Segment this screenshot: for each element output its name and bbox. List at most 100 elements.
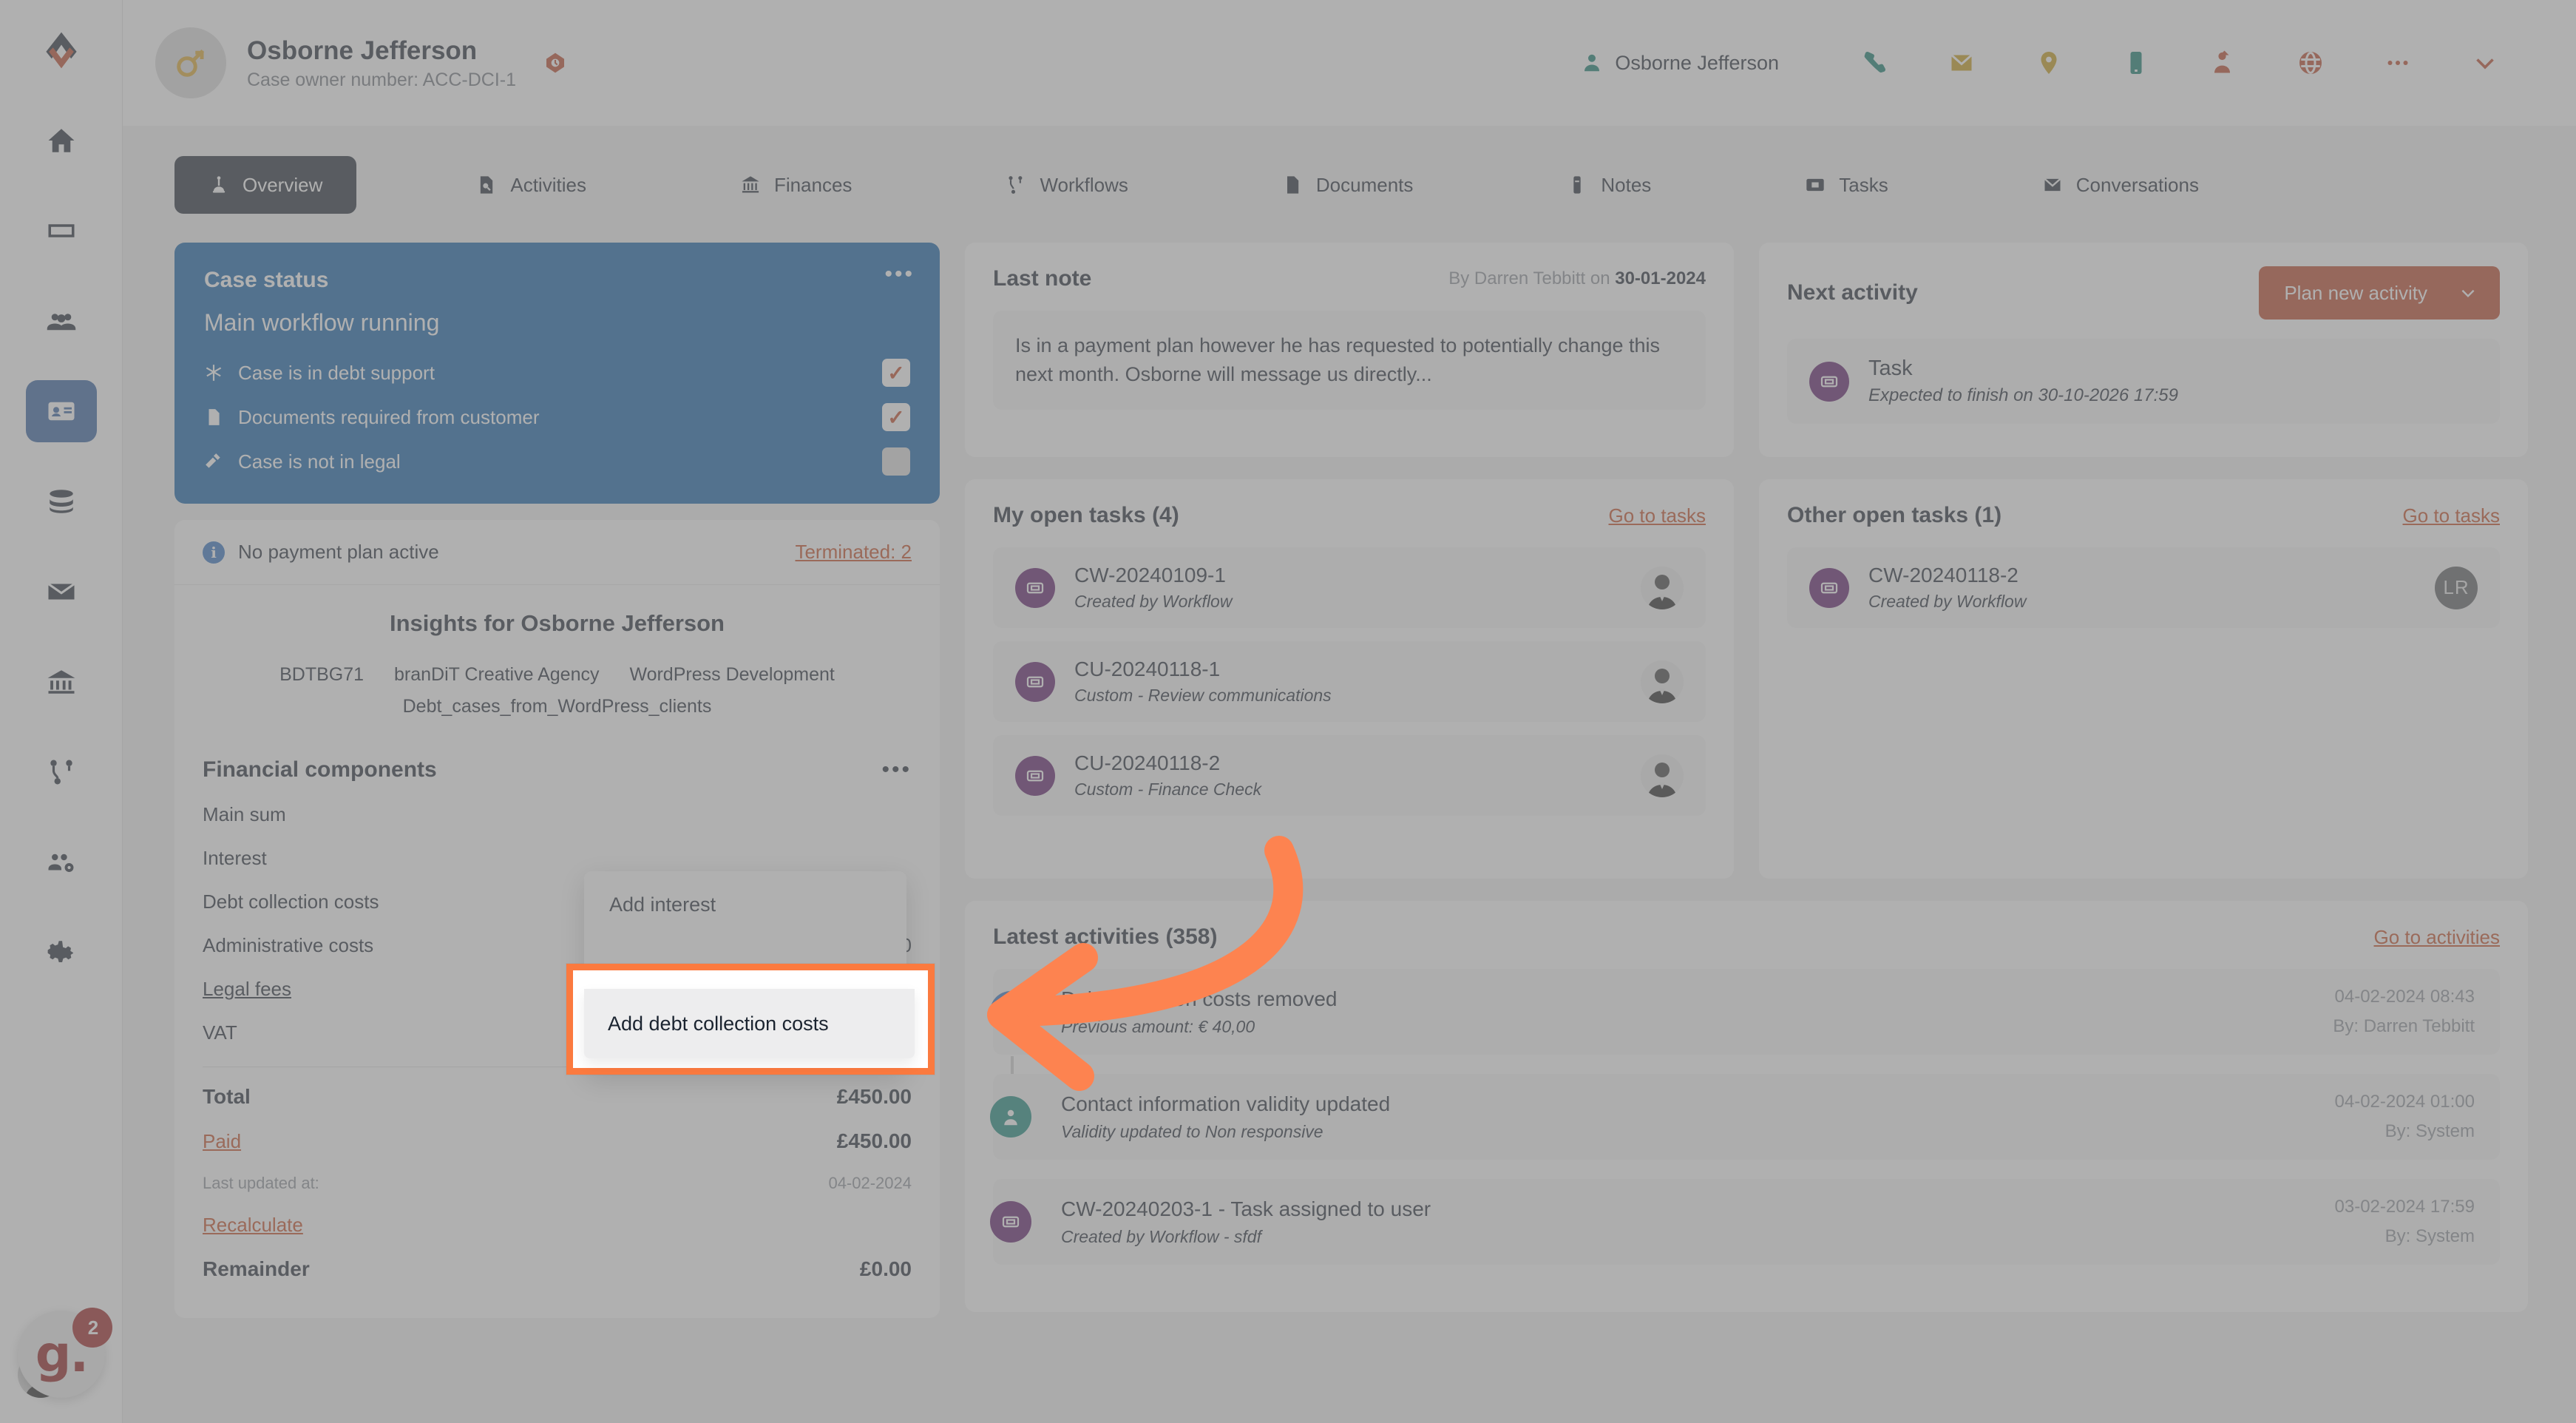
last-note-body: Is in a payment plan however he has requ…: [993, 311, 1706, 410]
next-activity-item[interactable]: Task Expected to finish on 30-10-2026 17…: [1787, 339, 2500, 424]
payment-plan-strip: i No payment plan active Terminated: 2: [174, 520, 940, 585]
financial-row: Main sum: [203, 793, 912, 836]
case-status-label: Case is not in legal: [238, 450, 401, 473]
rail-bottom: g. 2: [0, 1308, 123, 1398]
latest-activities-header: Latest activities (358) Go to activities: [993, 925, 2500, 950]
activity-sub: Created by Workflow - sfdf: [1061, 1226, 1261, 1246]
glassbox-widget[interactable]: g. 2: [18, 1308, 112, 1398]
sidebar-item-data[interactable]: [26, 470, 97, 533]
header-user[interactable]: Osborne Jefferson: [1581, 52, 1779, 75]
tab-overview[interactable]: Overview: [174, 156, 357, 214]
activity-sub: Validity updated to Non responsive: [1061, 1121, 1323, 1141]
go-to-activities-link[interactable]: Go to activities: [2373, 926, 2500, 949]
insights-section: Insights for Osborne Jefferson BDTBG71 b…: [174, 585, 940, 741]
task-sub: Created by Workflow: [1074, 592, 1233, 611]
activity-row[interactable]: CW-20240203-1 - Task assigned to user Cr…: [990, 1179, 2500, 1265]
insights-title: Insights for Osborne Jefferson: [389, 610, 725, 636]
task-row[interactable]: CW-20240118-2 Created by Workflow LR: [1787, 547, 2500, 628]
sidebar-item-mail[interactable]: [26, 561, 97, 623]
tab-notes[interactable]: Notes: [1533, 156, 1685, 214]
go-to-tasks-link[interactable]: Go to tasks: [1609, 504, 1706, 527]
sidebar-item-contacts[interactable]: [26, 290, 97, 352]
latest-activities-title: Latest activities (358): [993, 925, 1218, 949]
tab-conversations[interactable]: Conversations: [2008, 156, 2233, 214]
mobile-icon[interactable]: [2092, 50, 2180, 76]
case-state-icon[interactable]: [543, 50, 568, 75]
tab-activities[interactable]: Activities: [442, 156, 620, 214]
avatar: [1641, 754, 1684, 797]
tab-label: Workflows: [1040, 173, 1128, 196]
tab-documents[interactable]: Documents: [1248, 156, 1448, 214]
my-open-tasks-header: My open tasks (4) Go to tasks: [993, 503, 1706, 528]
task-id: CU-20240118-1: [1074, 658, 1221, 680]
case-status-label: Documents required from customer: [238, 405, 540, 428]
sidebar-item-cards[interactable]: [26, 200, 97, 262]
tab-workflows[interactable]: Workflows: [972, 156, 1162, 214]
ticket-icon: [1809, 361, 1849, 402]
activity-meta: 04-02-2024 01:00 By: System: [2335, 1092, 2475, 1142]
sidebar-item-settings[interactable]: [26, 922, 97, 984]
chevron-down-icon[interactable]: [2441, 50, 2529, 76]
terminated-link[interactable]: Terminated: 2: [795, 541, 912, 564]
task-row[interactable]: CU-20240118-2 Custom - Finance Check: [993, 735, 1706, 816]
financial-label: VAT: [203, 1021, 237, 1044]
last-note-meta: By Darren Tebbitt on 30-01-2024: [1448, 268, 1706, 289]
financial-header: Financial components •••: [203, 757, 912, 783]
header-identity: Osborne Jefferson Case owner number: ACC…: [247, 35, 516, 92]
sidebar-item-teams[interactable]: [26, 831, 97, 893]
case-status-checkbox[interactable]: ✓: [882, 359, 910, 387]
chevron-down-icon: [2461, 289, 2475, 298]
highlight-box: Add debt collection costs: [566, 964, 935, 1075]
recalculate-link[interactable]: Recalculate: [203, 1214, 303, 1237]
insights-tag: Debt_cases_from_WordPress_clients: [402, 695, 712, 717]
task-sub: Custom - Finance Check: [1074, 780, 1262, 799]
last-updated-label: Last updated at:: [203, 1174, 319, 1192]
task-row[interactable]: CW-20240109-1 Created by Workflow: [993, 547, 1706, 628]
task-sub: Custom - Review communications: [1074, 686, 1332, 705]
case-status-checkbox[interactable]: [882, 447, 910, 476]
activity-title: Debt collection costs removed: [1061, 987, 1338, 1010]
activity-row[interactable]: Contact information validity updated Val…: [990, 1074, 2500, 1160]
person-icon: [990, 1096, 1031, 1138]
activity-by: By: Darren Tebbitt: [2333, 1016, 2475, 1036]
case-status-checkbox[interactable]: ✓: [882, 403, 910, 431]
person-alert-icon[interactable]: [2180, 50, 2267, 76]
task-row[interactable]: CU-20240118-1 Custom - Review communicat…: [993, 641, 1706, 722]
insights-tag: BDTBG71: [279, 664, 365, 685]
left-column: Case status ••• Main workflow running Ca…: [174, 243, 940, 1318]
more-horizontal-icon[interactable]: [2354, 50, 2441, 76]
go-to-tasks-link[interactable]: Go to tasks: [2403, 504, 2501, 527]
location-pin-icon[interactable]: [2005, 50, 2092, 76]
globe-icon[interactable]: [2267, 50, 2354, 76]
task-text: CU-20240118-2 Custom - Finance Check: [1074, 751, 1641, 800]
financial-paid-label[interactable]: Paid: [203, 1130, 241, 1153]
plan-new-activity-button[interactable]: Plan new activity: [2259, 266, 2500, 320]
sidebar-item-workflows[interactable]: [26, 741, 97, 803]
avatar: [1641, 566, 1684, 609]
tab-tasks[interactable]: Tasks: [1771, 156, 1922, 214]
financial-label: Administrative costs: [203, 934, 374, 956]
financial-total-value: £450.00: [836, 1085, 912, 1108]
highlighted-menu-item[interactable]: Add debt collection costs: [584, 989, 915, 1058]
menu-item-add-interest[interactable]: Add interest: [584, 871, 906, 939]
activity-row[interactable]: Debt collection costs removed Previous a…: [990, 969, 2500, 1055]
phone-icon[interactable]: [1831, 50, 1918, 76]
middle-column: Last note By Darren Tebbitt on 30-01-202…: [965, 243, 2528, 1312]
payment-plan-text: No payment plan active: [238, 541, 439, 563]
sidebar-item-home[interactable]: [26, 109, 97, 172]
tab-label: Activities: [510, 173, 586, 196]
financial-label[interactable]: Legal fees: [203, 978, 291, 1001]
ticket-icon: [1015, 567, 1055, 608]
activity-by: By: System: [2385, 1226, 2475, 1246]
case-status-row: Documents required from customer ✓: [204, 403, 910, 431]
sidebar-item-cases[interactable]: [25, 380, 97, 442]
app-logo[interactable]: [35, 24, 88, 77]
next-activity-title: Next activity: [1787, 280, 1918, 305]
tab-finances[interactable]: Finances: [706, 156, 887, 214]
activity-meta: 03-02-2024 17:59 By: System: [2335, 1197, 2475, 1247]
case-status-more-icon[interactable]: •••: [884, 263, 915, 285]
sidebar-item-finance[interactable]: [26, 651, 97, 713]
right-column: Next activity Plan new activity Task Exp…: [1759, 243, 2528, 879]
financial-more-icon[interactable]: •••: [881, 759, 912, 781]
email-icon[interactable]: [1918, 50, 2005, 76]
